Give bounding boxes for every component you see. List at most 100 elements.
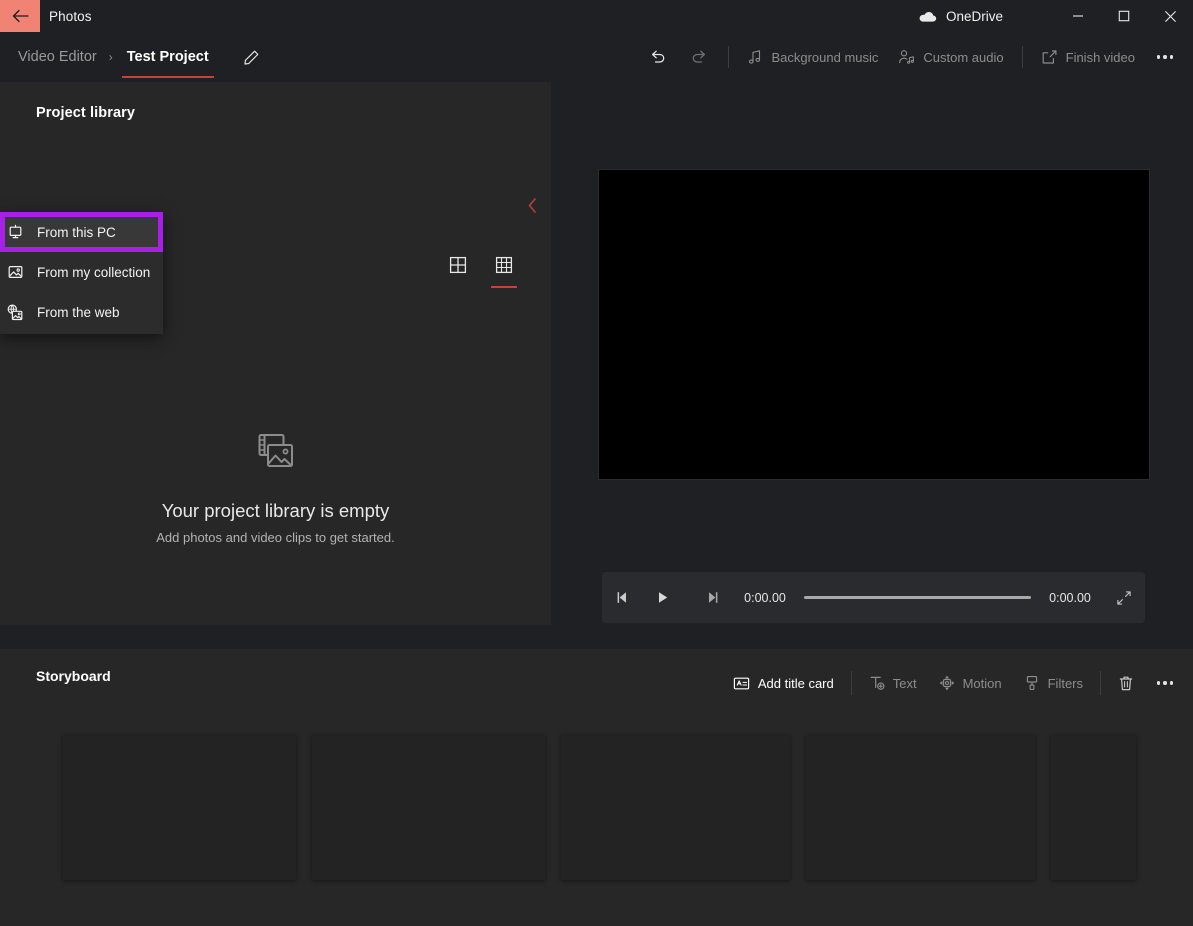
more-options-button[interactable] <box>1145 40 1185 74</box>
small-grid-view-button[interactable] <box>489 250 519 288</box>
minimize-button[interactable] <box>1055 0 1101 32</box>
storyboard-title: Storyboard <box>36 668 111 684</box>
breadcrumb-video-editor[interactable]: Video Editor <box>12 45 103 69</box>
total-time-label: 0:00.00 <box>1049 590 1091 605</box>
fullscreen-button[interactable] <box>1103 579 1145 617</box>
background-music-button[interactable]: Background music <box>737 40 888 74</box>
empty-state-subtitle: Add photos and video clips to get starte… <box>156 530 395 545</box>
command-bar-actions: Background music Custom audio Finish vid… <box>636 32 1193 82</box>
video-preview-surface[interactable] <box>598 169 1150 480</box>
arrow-left-icon <box>12 9 29 23</box>
storyboard-card[interactable] <box>561 735 790 880</box>
title-card-icon <box>733 677 750 689</box>
preview-panel: 0:00.00 0:00.00 <box>551 82 1193 625</box>
onedrive-cloud-icon <box>919 11 937 22</box>
onedrive-label: OneDrive <box>946 8 1004 24</box>
maximize-icon <box>1118 10 1130 22</box>
empty-state-title: Your project library is empty <box>161 500 390 521</box>
command-divider-1 <box>728 46 730 68</box>
undo-button[interactable] <box>636 40 678 74</box>
video-editor-window: Photos OneDrive Video Editor › Test Proj… <box>0 0 1193 926</box>
custom-audio-button[interactable]: Custom audio <box>888 40 1013 74</box>
motion-icon <box>939 675 954 691</box>
filters-button[interactable]: Filters <box>1013 666 1094 700</box>
filters-icon <box>1026 676 1037 690</box>
project-name-label: Test Project <box>126 49 209 65</box>
library-empty-state: Your project library is empty Add photos… <box>0 432 551 545</box>
command-divider-2 <box>1021 46 1023 68</box>
next-frame-icon <box>708 592 717 603</box>
back-button[interactable] <box>0 0 40 32</box>
menu-item-from-the-web[interactable]: From the web <box>0 292 163 332</box>
rename-project-button[interactable] <box>237 42 267 72</box>
grid-2x2-icon <box>449 256 467 274</box>
undo-icon <box>651 50 665 63</box>
previous-frame-button[interactable] <box>602 579 642 617</box>
storyboard-divider-1 <box>850 671 852 695</box>
project-library-panel: Project library Add <box>0 82 551 625</box>
add-title-card-button[interactable]: Add title card <box>722 666 845 700</box>
menu-item-from-this-pc[interactable]: From this PC <box>0 212 163 252</box>
monitor-icon <box>4 224 26 240</box>
finish-video-label: Finish video <box>1065 49 1135 65</box>
storyboard-card-list <box>63 735 1136 880</box>
chevron-left-icon <box>528 197 536 213</box>
close-icon <box>1164 10 1176 22</box>
play-button[interactable] <box>642 579 682 617</box>
view-toggle-group <box>443 250 519 288</box>
storyboard-panel: Storyboard Add title card Text Motion Fi… <box>0 649 1193 926</box>
play-icon <box>658 592 667 603</box>
redo-button[interactable] <box>678 40 720 74</box>
trash-icon <box>1119 676 1133 690</box>
photo-video-placeholder-icon <box>258 434 293 467</box>
playback-scrubber[interactable] <box>804 579 1031 617</box>
scrubber-track <box>804 596 1031 599</box>
pencil-icon <box>244 50 259 65</box>
add-title-card-label: Add title card <box>757 675 834 691</box>
custom-audio-label: Custom audio <box>923 49 1004 65</box>
text-button[interactable]: Text <box>858 666 928 700</box>
storyboard-card[interactable] <box>1051 735 1136 880</box>
music-note-icon <box>749 50 761 64</box>
fullscreen-icon <box>1117 590 1131 605</box>
filters-label: Filters <box>1047 675 1083 691</box>
breadcrumb-current-project[interactable]: Test Project <box>121 44 215 78</box>
minimize-icon <box>1073 15 1083 17</box>
storyboard-card[interactable] <box>806 735 1035 880</box>
motion-button[interactable]: Motion <box>928 666 1013 700</box>
menu-item-label: From this PC <box>37 224 116 240</box>
close-button[interactable] <box>1147 0 1193 32</box>
more-options-icon <box>1156 681 1161 685</box>
storyboard-toolbar: Add title card Text Motion Filters <box>722 665 1193 701</box>
background-music-label: Background music <box>771 49 879 65</box>
large-grid-view-button[interactable] <box>443 250 473 280</box>
title-bar: Photos OneDrive <box>0 0 1193 32</box>
onedrive-status[interactable]: OneDrive <box>918 0 1003 32</box>
collapse-library-button[interactable] <box>517 190 547 220</box>
storyboard-card[interactable] <box>63 735 296 880</box>
menu-item-from-my-collection[interactable]: From my collection <box>0 252 163 292</box>
breadcrumb: Video Editor › Test Project <box>12 32 267 82</box>
more-options-icon <box>1156 55 1161 59</box>
breadcrumb-separator: › <box>108 50 113 64</box>
maximize-button[interactable] <box>1101 0 1147 32</box>
delete-button[interactable] <box>1107 666 1145 700</box>
storyboard-card[interactable] <box>312 735 545 880</box>
view-toggle-active-underline <box>491 285 517 288</box>
current-time-label: 0:00.00 <box>744 590 786 605</box>
web-photo-icon <box>7 304 23 320</box>
motion-label: Motion <box>962 675 1002 691</box>
monitor-icon <box>9 224 21 239</box>
text-icon <box>870 676 885 690</box>
window-controls <box>1055 0 1193 32</box>
finish-video-button[interactable]: Finish video <box>1031 40 1145 74</box>
more-options-icon <box>1163 681 1167 685</box>
storyboard-more-options-button[interactable] <box>1145 666 1185 700</box>
storyboard-divider-2 <box>1100 671 1101 695</box>
next-frame-button[interactable] <box>692 579 732 617</box>
menu-item-label: From my collection <box>37 264 151 280</box>
command-bar: Video Editor › Test Project Background m… <box>0 32 1193 82</box>
player-controls: 0:00.00 0:00.00 <box>602 572 1145 623</box>
grid-3x3-icon <box>495 256 513 274</box>
previous-frame-icon <box>617 592 626 603</box>
